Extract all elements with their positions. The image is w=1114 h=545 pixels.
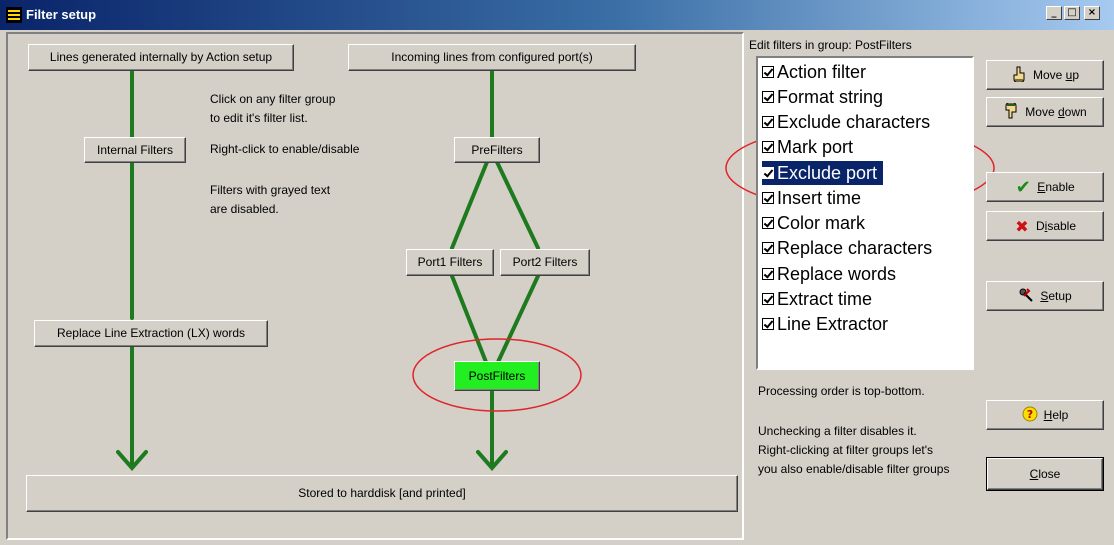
filter-item-mark-port[interactable]: Mark port: [762, 135, 853, 159]
filter-item-replace-words[interactable]: Replace words: [762, 262, 896, 286]
filters-group-label: Edit filters in group: PostFilters: [749, 38, 912, 52]
internal-filters-group[interactable]: Internal Filters: [84, 137, 186, 163]
help-button[interactable]: ? Help: [986, 400, 1104, 430]
filter-item-action-filter[interactable]: Action filter: [762, 60, 866, 84]
setup-tool-icon: [1018, 287, 1034, 306]
filter-checkbox[interactable]: [762, 293, 774, 305]
filter-item-exclude-port[interactable]: Exclude port: [762, 161, 884, 185]
filter-item-format-string[interactable]: Format string: [762, 85, 883, 109]
enable-button[interactable]: ✔ Enable: [986, 172, 1104, 202]
move-down-button[interactable]: Move down: [986, 97, 1104, 127]
filters-list[interactable]: Action filter Format string Exclude char…: [756, 56, 974, 370]
uncheck-note-2: Right-clicking at filter groups let's: [758, 443, 934, 457]
filter-checkbox[interactable]: [762, 116, 774, 128]
port1-filters-group[interactable]: Port1 Filters: [406, 249, 494, 276]
help-text-click-2: to edit it's filter list.: [210, 111, 308, 125]
help-text-click-1: Click on any filter group: [210, 92, 336, 106]
help-question-icon: ?: [1022, 406, 1038, 425]
port2-filters-group[interactable]: Port2 Filters: [500, 249, 590, 276]
green-checkmark-icon: ✔: [1015, 176, 1031, 198]
filter-checkbox[interactable]: [762, 217, 774, 229]
filter-checkbox[interactable]: [762, 192, 774, 204]
stored-to-harddisk-box: Stored to harddisk [and printed]: [26, 475, 738, 512]
filter-checkbox[interactable]: [762, 141, 774, 153]
prefilters-group[interactable]: PreFilters: [454, 137, 540, 163]
filter-checkbox[interactable]: [762, 242, 774, 254]
move-up-button[interactable]: Move up: [986, 60, 1104, 90]
filter-item-insert-time[interactable]: Insert time: [762, 186, 861, 210]
filter-item-exclude-characters[interactable]: Exclude characters: [762, 110, 930, 134]
hand-pointing-up-icon: [1011, 66, 1027, 85]
filter-item-replace-characters[interactable]: Replace characters: [762, 236, 932, 260]
red-x-icon: ✖: [1015, 216, 1029, 236]
help-text-grayed-1: Filters with grayed text: [210, 183, 331, 197]
filter-checkbox[interactable]: [762, 66, 774, 78]
uncheck-note-1: Unchecking a filter disables it.: [758, 424, 917, 438]
filter-checkbox[interactable]: [762, 167, 774, 179]
help-text-grayed-2: are disabled.: [210, 202, 279, 216]
processing-order-note: Processing order is top-bottom.: [758, 384, 925, 398]
filter-checkbox[interactable]: [762, 91, 774, 103]
internal-source-box: Lines generated internally by Action set…: [28, 44, 294, 71]
filter-checkbox[interactable]: [762, 268, 774, 280]
filter-item-color-mark[interactable]: Color mark: [762, 211, 865, 235]
setup-button[interactable]: Setup: [986, 281, 1104, 311]
postfilters-group[interactable]: PostFilters: [454, 361, 540, 391]
replace-lx-words-group[interactable]: Replace Line Extraction (LX) words: [34, 320, 268, 347]
filter-item-extract-time[interactable]: Extract time: [762, 287, 872, 311]
svg-text:?: ?: [1026, 408, 1032, 421]
hand-pointing-down-icon: [1003, 102, 1019, 122]
filter-item-line-extractor[interactable]: Line Extractor: [762, 312, 888, 336]
filter-checkbox[interactable]: [762, 318, 774, 330]
close-button[interactable]: Close: [986, 457, 1104, 491]
uncheck-note-3: you also enable/disable filter groups: [758, 462, 950, 476]
incoming-source-box: Incoming lines from configured port(s): [348, 44, 636, 71]
disable-button[interactable]: ✖ Disable: [986, 211, 1104, 241]
help-text-rightclick: Right-click to enable/disable: [210, 142, 360, 156]
